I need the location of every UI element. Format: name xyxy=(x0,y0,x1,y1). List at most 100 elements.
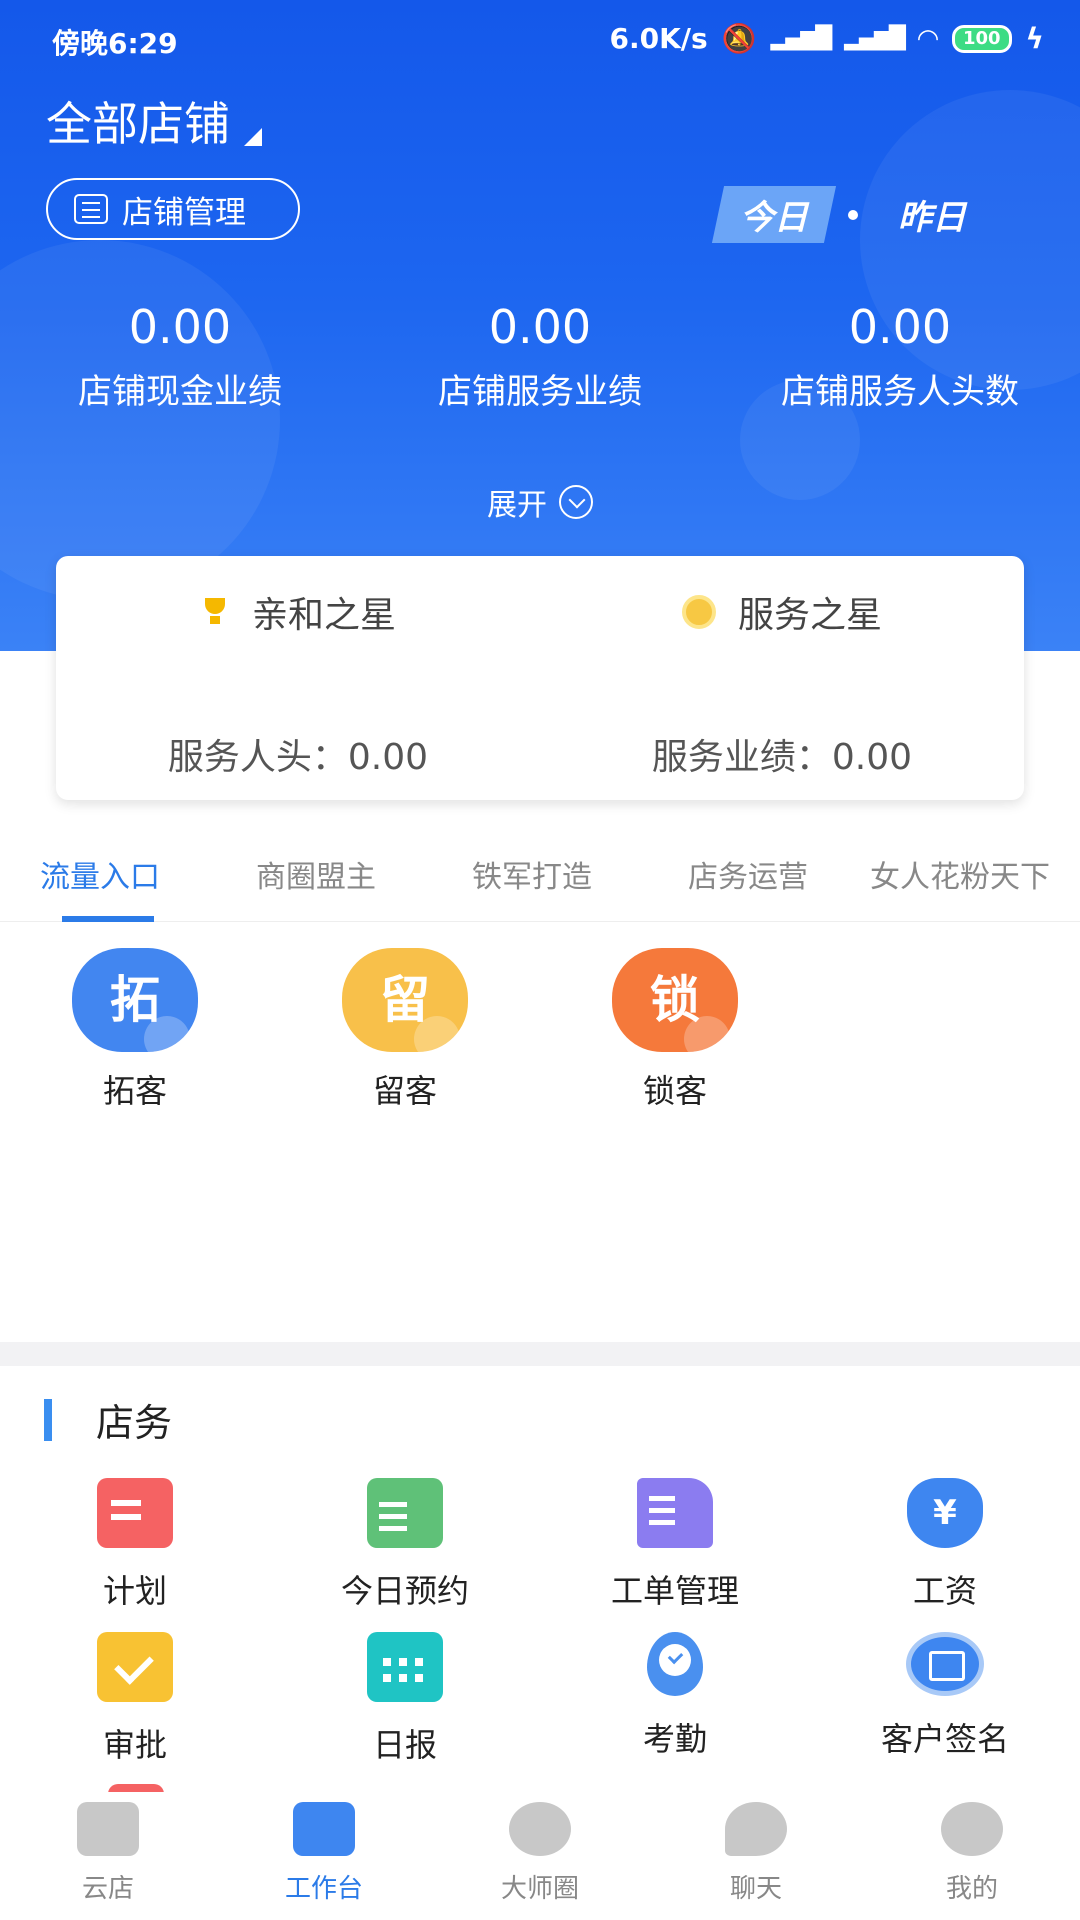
nav-master-circle[interactable]: 大师圈 xyxy=(460,1802,620,1905)
stat-label: 店铺服务人头数 xyxy=(781,372,1019,412)
today-label: 今日 xyxy=(740,198,808,238)
stat-service-headcount: 0.00 店铺服务人头数 xyxy=(720,300,1080,413)
work-order-icon xyxy=(637,1478,713,1548)
category-tabs: 流量入口 商圈盟主 铁军打造 店务运营 女人花粉天下 xyxy=(0,840,1080,922)
grid-label: 计划 xyxy=(102,1572,167,1610)
tab-iron-army[interactable]: 铁军打造 xyxy=(472,852,592,896)
tab-traffic-entry[interactable]: 流量入口 xyxy=(40,852,160,896)
attendance-item[interactable]: 考勤 xyxy=(575,1632,775,1760)
nav-label: 工作台 xyxy=(284,1874,363,1904)
salary-item[interactable]: ¥ 工资 xyxy=(845,1478,1045,1612)
tab-women-flower[interactable]: 女人花粉天下 xyxy=(870,852,1050,896)
service-star-title: 服务之星 xyxy=(737,595,882,636)
plan-icon xyxy=(97,1478,173,1548)
nav-label: 大师圈 xyxy=(500,1874,579,1904)
expand-button[interactable]: 展开 xyxy=(0,480,1080,524)
dropdown-triangle-icon xyxy=(244,128,262,146)
service-star[interactable]: 服务之星 服务业绩：0.00 xyxy=(540,556,1024,800)
grid-label: 日报 xyxy=(372,1726,437,1764)
yesterday-label: 昨日 xyxy=(898,198,966,238)
yesterday-button[interactable]: 昨日 xyxy=(876,186,988,243)
tab-store-operations[interactable]: 店务运营 xyxy=(688,852,808,896)
affinity-star-title: 亲和之星 xyxy=(251,595,396,636)
charging-icon: ϟ xyxy=(1025,22,1044,55)
store-icon xyxy=(77,1802,139,1856)
expand-label: 展开 xyxy=(487,488,547,523)
entry-label: 留客 xyxy=(372,1072,437,1110)
attendance-pin-icon xyxy=(647,1632,703,1696)
chevron-down-icon xyxy=(559,485,593,519)
today-button[interactable]: 今日 xyxy=(711,186,837,243)
work-order-item[interactable]: 工单管理 xyxy=(575,1478,775,1612)
tab-business-circle[interactable]: 商圈盟主 xyxy=(256,852,376,896)
daily-report-item[interactable]: 日报 xyxy=(305,1632,505,1766)
circle-icon xyxy=(509,1802,571,1856)
store-selector[interactable]: 全部店铺 xyxy=(46,88,262,154)
separator-dot xyxy=(848,209,858,220)
grid-label: 今日预约 xyxy=(340,1572,469,1610)
money-bag-icon: ¥ xyxy=(907,1478,983,1548)
nav-label: 我的 xyxy=(945,1874,998,1904)
store-management-label: 店铺管理 xyxy=(122,194,246,231)
plan-item[interactable]: 计划 xyxy=(35,1478,235,1612)
daily-calendar-icon xyxy=(367,1632,443,1702)
grid-label: 客户签名 xyxy=(880,1720,1009,1758)
nav-label: 云店 xyxy=(81,1874,134,1904)
status-bar: 傍晚6:29 6.0K/s 🔕 ▂▄▆█ ▂▄▆█ ◠ 100 ϟ xyxy=(0,20,1080,60)
signature-icon xyxy=(906,1632,984,1696)
workbench-icon xyxy=(293,1802,355,1856)
approval-item[interactable]: 审批 xyxy=(35,1632,235,1766)
list-icon xyxy=(74,194,108,224)
affinity-star[interactable]: 亲和之星 服务人头：0.00 xyxy=(56,556,540,800)
calendar-clock-icon xyxy=(367,1478,443,1548)
service-star-metric: 服务业绩：0.00 xyxy=(651,737,913,778)
nav-cloud-store[interactable]: 云店 xyxy=(28,1802,188,1905)
chat-icon xyxy=(725,1802,787,1856)
wifi-icon: ◠ xyxy=(917,23,938,54)
stat-cash-performance: 0.00 店铺现金业绩 xyxy=(0,300,360,413)
network-speed: 6.0K/s xyxy=(609,22,708,55)
status-time: 傍晚6:29 xyxy=(52,27,178,60)
store-selector-label: 全部店铺 xyxy=(46,97,230,151)
retain-customers-icon: 留 xyxy=(342,948,468,1052)
stars-card: 亲和之星 服务人头：0.00 服务之星 服务业绩：0.00 xyxy=(56,556,1024,800)
trophy-icon xyxy=(200,598,230,626)
nav-mine[interactable]: 我的 xyxy=(892,1802,1052,1905)
signal-icon: ▂▄▆█ xyxy=(844,26,906,51)
stat-value: 0.00 xyxy=(848,300,952,354)
day-toggle: 今日 昨日 xyxy=(711,186,988,243)
nav-chat[interactable]: 聊天 xyxy=(676,1802,836,1905)
profile-icon xyxy=(941,1802,1003,1856)
lock-customers-icon: 锁 xyxy=(612,948,738,1052)
grid-label: 审批 xyxy=(102,1726,167,1764)
customer-signature-item[interactable]: 客户签名 xyxy=(845,1632,1045,1760)
expand-customers-icon: 拓 xyxy=(72,948,198,1052)
active-tab-indicator xyxy=(62,916,154,922)
entry-retain-customers[interactable]: 留 留客 xyxy=(340,948,470,1112)
entry-lock-customers[interactable]: 锁 锁客 xyxy=(610,948,740,1112)
section-divider xyxy=(0,1342,1080,1366)
stat-service-performance: 0.00 店铺服务业绩 xyxy=(360,300,720,413)
section-title: 店务 xyxy=(96,1401,173,1445)
stat-label: 店铺服务业绩 xyxy=(438,372,642,412)
store-affairs-header: 店务 xyxy=(44,1392,172,1447)
battery-level: 100 xyxy=(962,27,1001,49)
bottom-navigation: 云店 工作台 大师圈 聊天 我的 xyxy=(0,1792,1080,1920)
today-appointment-item[interactable]: 今日预约 xyxy=(305,1478,505,1612)
stat-label: 店铺现金业绩 xyxy=(78,372,282,412)
stat-value: 0.00 xyxy=(488,300,592,354)
approval-check-icon xyxy=(97,1632,173,1702)
entry-label: 锁客 xyxy=(642,1072,707,1110)
nav-workbench[interactable]: 工作台 xyxy=(244,1802,404,1905)
mute-bell-icon: 🔕 xyxy=(721,22,757,55)
affinity-star-metric: 服务人头：0.00 xyxy=(167,737,429,778)
battery-icon: 100 xyxy=(951,24,1012,53)
grid-label: 工资 xyxy=(912,1572,977,1610)
section-accent-bar xyxy=(44,1398,52,1441)
grid-label: 工单管理 xyxy=(610,1572,739,1610)
grid-label: 考勤 xyxy=(642,1720,707,1758)
store-stats: 0.00 店铺现金业绩 0.00 店铺服务业绩 0.00 店铺服务人头数 xyxy=(0,300,1080,413)
entry-expand-customers[interactable]: 拓 拓客 xyxy=(70,948,200,1112)
nav-label: 聊天 xyxy=(729,1874,782,1904)
store-management-button[interactable]: 店铺管理 xyxy=(46,178,300,240)
